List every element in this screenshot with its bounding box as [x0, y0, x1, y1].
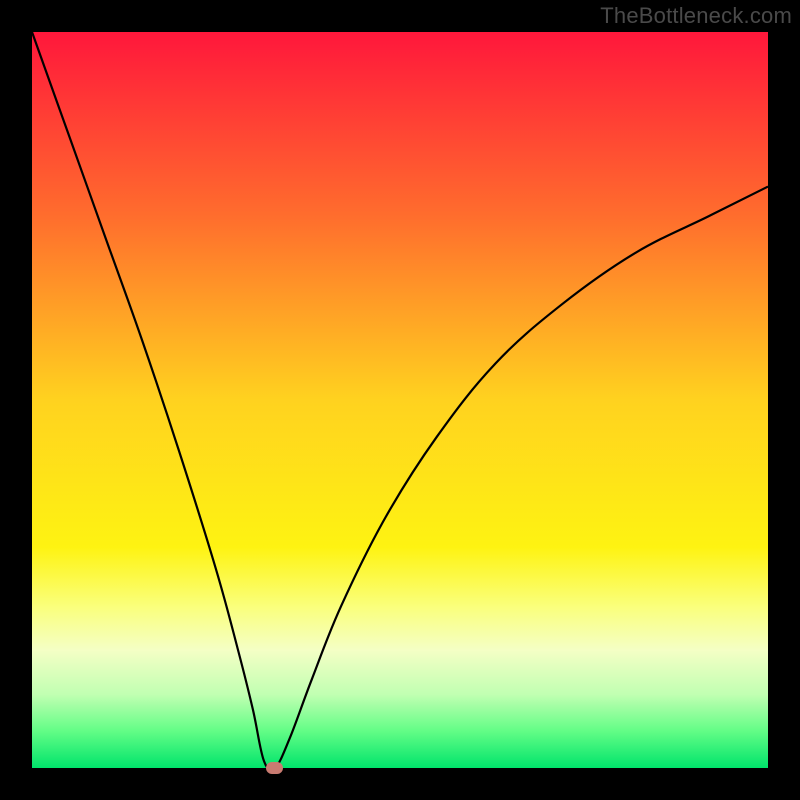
chart-svg: [32, 32, 768, 768]
chart-background: [32, 32, 768, 768]
optimal-point-marker: [266, 762, 283, 774]
plot-area: [32, 32, 768, 768]
watermark-text: TheBottleneck.com: [600, 3, 792, 29]
chart-frame: TheBottleneck.com: [0, 0, 800, 800]
